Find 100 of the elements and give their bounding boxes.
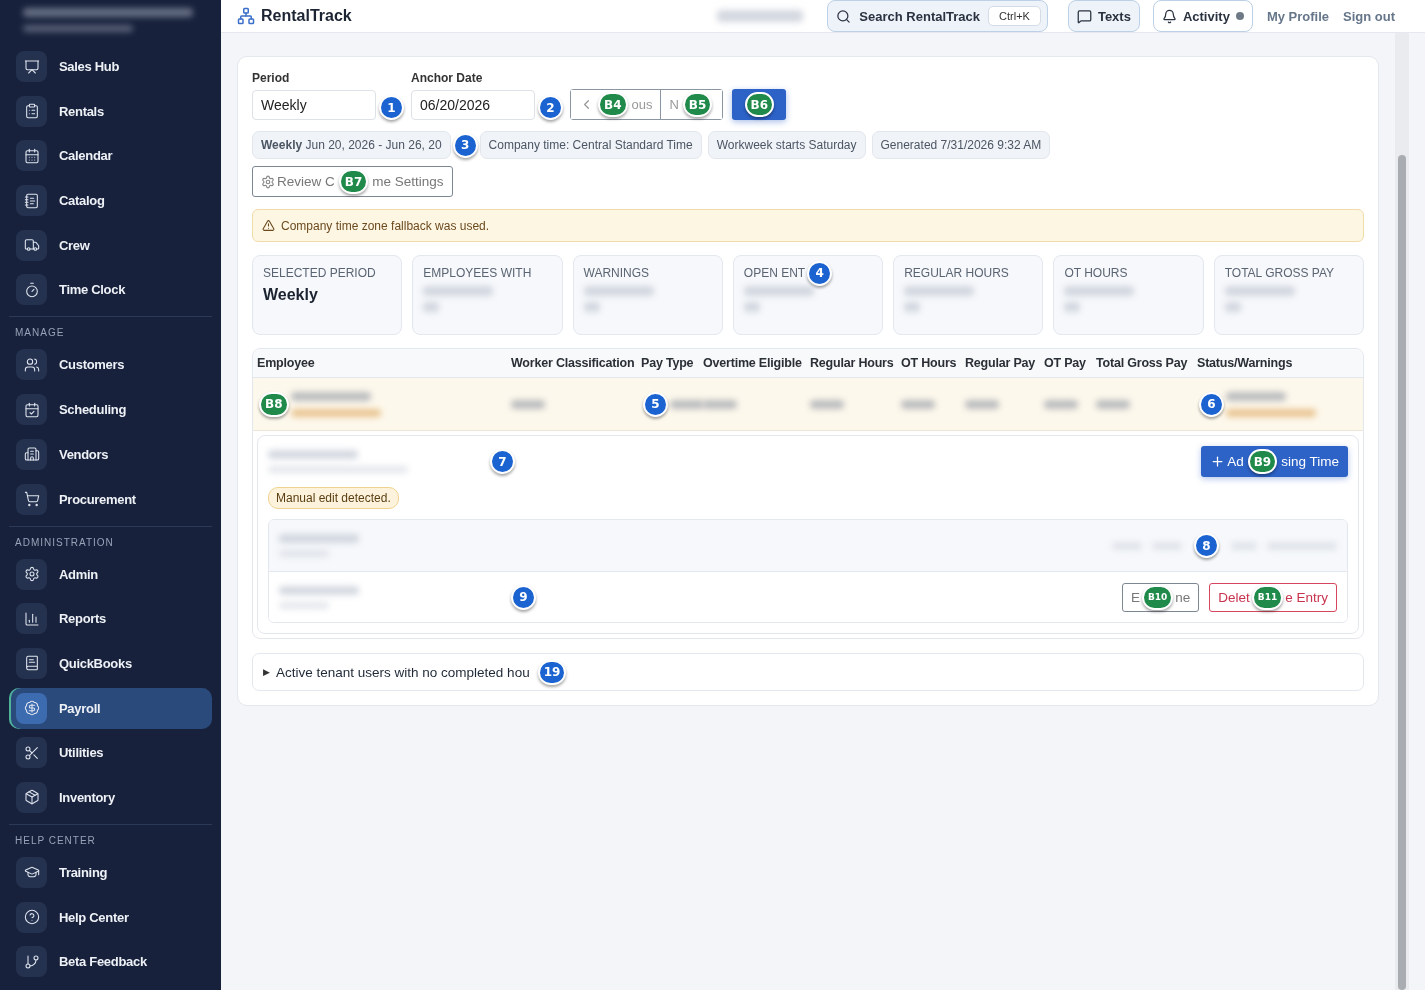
blurred-text [1044, 399, 1078, 409]
sidebar-item[interactable]: Calendar [9, 135, 212, 177]
activity-button[interactable]: Activity [1152, 0, 1253, 32]
blurred-text [743, 302, 760, 312]
info-chip: Workweek starts Saturday [707, 131, 866, 159]
sidebar-item[interactable]: Customers [9, 344, 212, 386]
marker-badge: B10 [1141, 584, 1174, 610]
sidebar-item[interactable]: Training [9, 851, 212, 893]
section-heading: ADMINISTRATION [14, 535, 115, 550]
chat-icon [1076, 8, 1092, 24]
sidebar-item[interactable]: Procurement [9, 478, 212, 520]
sidebar-item[interactable]: Beta Feedback [9, 941, 212, 983]
header-link[interactable]: My Profile [1266, 8, 1329, 24]
blurred-text [583, 286, 654, 296]
blurred-text [1226, 391, 1286, 401]
dollar-badge-icon [23, 700, 40, 717]
date-field[interactable]: 06/20/2026 [411, 90, 535, 120]
blurred-text [1224, 286, 1295, 296]
blurred-text [423, 302, 440, 312]
marker-badge: 6 [1199, 391, 1224, 417]
branch-icon [23, 953, 40, 970]
marker-badge: 7 [490, 449, 515, 474]
settings-button[interactable]: Review C B7 me Settings [252, 166, 453, 197]
table-row[interactable]: B8 5 6 [253, 378, 1363, 431]
status-badge: Manual edit detected. [268, 487, 399, 509]
column-header: OT Pay [1043, 356, 1087, 370]
sidebar-item[interactable]: QuickBooks [9, 642, 212, 684]
building-icon [23, 446, 40, 463]
blurred-text [904, 286, 975, 296]
settings-icon [23, 566, 40, 582]
edit-button[interactable]: E B10 ne [1121, 582, 1200, 612]
help-icon [23, 909, 40, 926]
blurred-text [670, 399, 704, 409]
marker-badge: 19 [537, 659, 567, 685]
metric-value: Weekly [263, 286, 319, 304]
sidebar-item[interactable]: Vendors [9, 433, 212, 475]
marker-badge: B11 [1251, 584, 1284, 610]
marker-badge: 1 [379, 95, 404, 120]
sidebar-item[interactable]: Payroll [9, 687, 212, 729]
sidebar-item[interactable]: Inventory [9, 776, 212, 818]
field-label: Anchor Date [411, 71, 484, 85]
presentation-icon [23, 58, 40, 75]
sidebar-item[interactable]: Scheduling [9, 389, 212, 431]
sidebar-item[interactable]: Admin [9, 553, 212, 595]
metric-label: WARNINGS [583, 266, 651, 280]
apply-button[interactable]: B6 [732, 89, 787, 120]
marker-badge: 2 [538, 95, 563, 120]
scissors-icon [23, 744, 40, 761]
marker-badge: B6 [744, 92, 775, 117]
cart-icon [23, 491, 40, 507]
blurred-text [901, 399, 935, 409]
metric-label: SELECTED PERIOD [263, 266, 377, 280]
blurred-text [703, 399, 737, 409]
sidebar-item[interactable]: Catalog [9, 180, 212, 222]
add-time-button[interactable]: Ad B9 sing Time [1201, 446, 1348, 477]
marker-badge: B8 [259, 391, 289, 417]
info-chip: Generated 7/31/2026 9:32 AM [871, 131, 1051, 159]
column-header: Employee [256, 356, 316, 370]
blurred-text [511, 399, 545, 409]
column-header: Worker Classification [510, 356, 636, 370]
clipboard-icon [23, 103, 40, 120]
disclosure-toggle[interactable]: ▶ [263, 667, 270, 677]
marker-badge: B9 [1247, 449, 1278, 474]
column-header: OT Hours [900, 356, 958, 370]
sidebar-item[interactable]: Time Clock [9, 269, 212, 311]
blurred-text [965, 399, 999, 409]
sidebar-item[interactable]: Reports [9, 598, 212, 640]
marker-badge: 8 [1194, 533, 1219, 558]
header-link[interactable]: Sign out [1343, 8, 1395, 24]
sidebar-item[interactable]: Utilities [9, 732, 212, 774]
sidebar-item[interactable]: Help Center [9, 896, 212, 938]
next-button[interactable]: N B5 [660, 90, 723, 119]
section-heading: HELP CENTER [14, 833, 97, 848]
notebook-icon [23, 192, 40, 209]
marker-badge: B4 [598, 92, 628, 117]
blurred-text [583, 302, 600, 312]
texts-button[interactable]: Texts [1067, 0, 1140, 32]
delete-button[interactable]: Delet B11 e Entry [1209, 582, 1337, 612]
info-chip: Company time: Central Standard Time [479, 131, 702, 159]
marker-badge: 4 [807, 260, 833, 286]
marker-badge: 9 [511, 584, 536, 610]
scrollbar[interactable] [1395, 33, 1409, 990]
blurred-text [423, 286, 494, 296]
bell-icon [1161, 8, 1177, 24]
settings-icon [261, 174, 275, 189]
app-name: RentalTrack [261, 7, 352, 25]
blurred-text [1064, 302, 1081, 312]
sidebar-item[interactable]: Sales Hub [9, 46, 212, 87]
shortcut-key: Ctrl+K [988, 6, 1041, 26]
metric-label: EMPLOYEES WITH [423, 266, 533, 280]
field-label: Period [252, 71, 291, 85]
sidebar-item[interactable]: Rentals [9, 90, 212, 132]
marker-badge: B7 [338, 169, 369, 194]
section-title: Active tenant users with no completed hou [276, 664, 530, 680]
column-header: Status/Warnings [1196, 356, 1294, 370]
calendar-check-icon [23, 401, 40, 418]
period-field[interactable]: Weekly [252, 90, 376, 120]
sidebar-item[interactable]: Crew [9, 224, 212, 266]
book-icon [23, 655, 40, 672]
search-button[interactable]: Search RentalTrack Ctrl+K [827, 0, 1048, 32]
